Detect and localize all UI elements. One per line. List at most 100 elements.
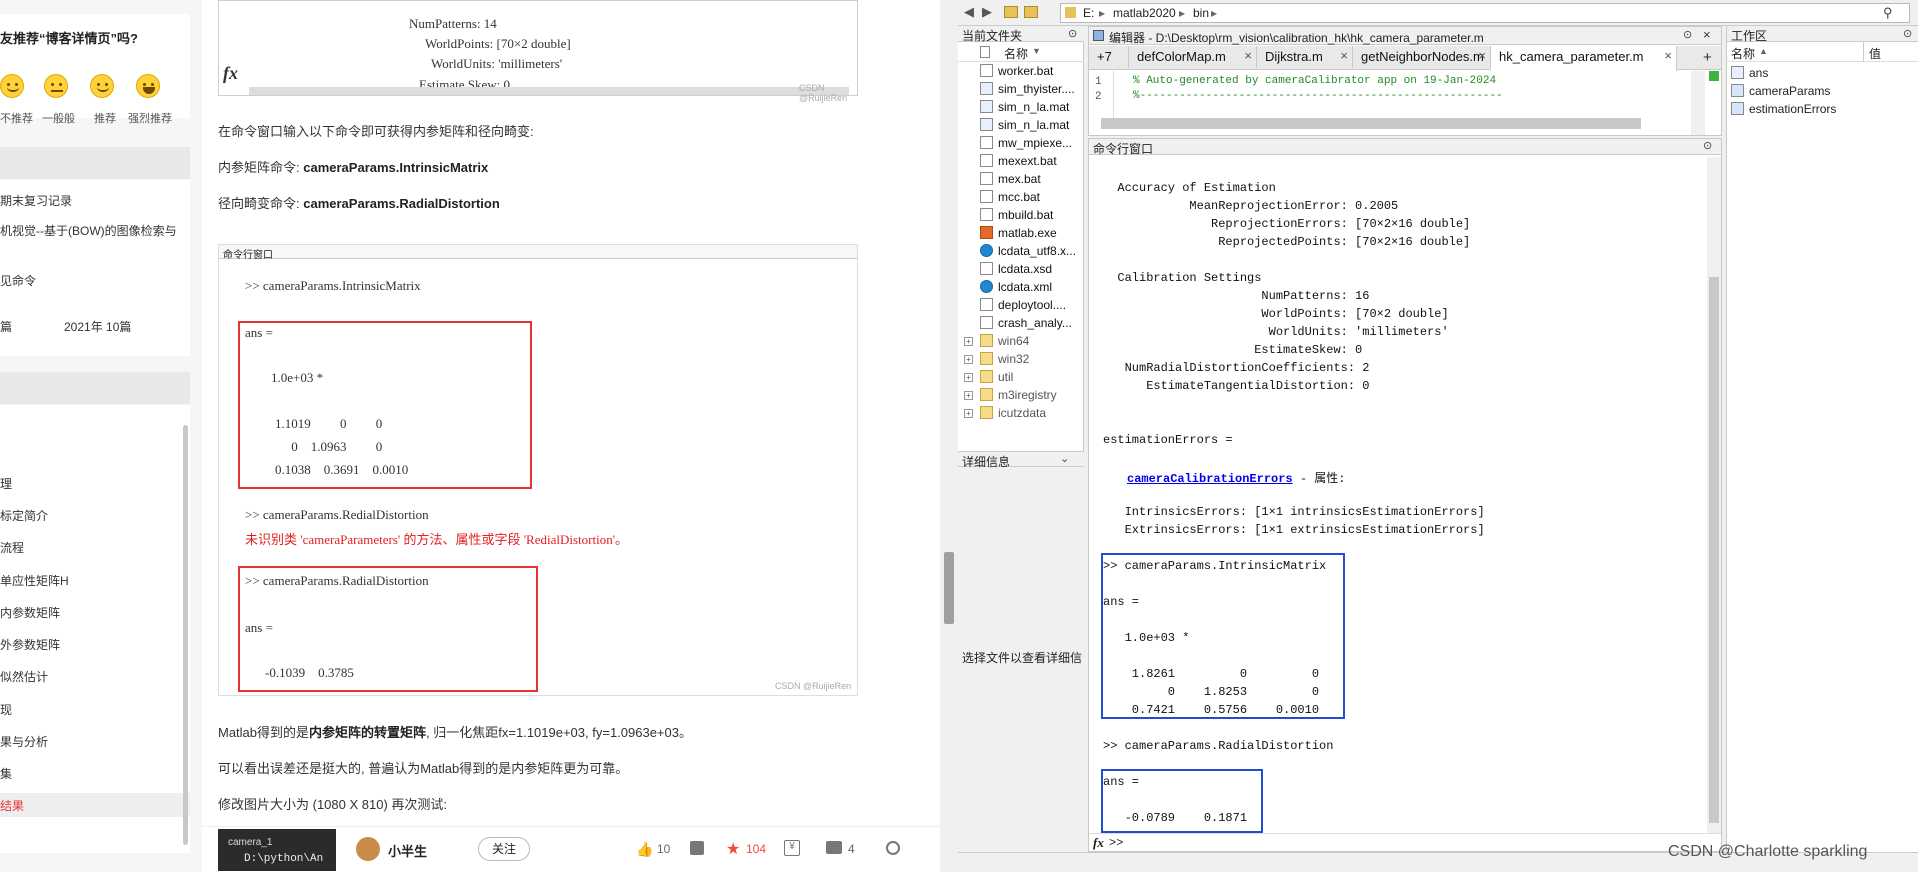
reward-icon[interactable]: ¥ [784,840,800,856]
toc-item[interactable]: 流程 [0,539,24,556]
editor-tab[interactable]: Dijkstra.m × [1257,46,1353,68]
panel-menu-icon[interactable]: ⊙ [1703,139,1712,152]
cmd-vscrollbar-thumb[interactable] [1709,277,1719,823]
rating-not-recommend[interactable] [0,74,24,98]
dislike-icon[interactable] [690,841,704,855]
author-name[interactable]: 小半生 [388,841,427,860]
file-row[interactable]: crash_analy... [980,316,1072,334]
editor-vscrollbar[interactable] [1691,71,1705,135]
editor-tab[interactable]: hk_camera_parameter.m × [1491,46,1677,71]
command-prompt[interactable]: >> [1109,836,1123,850]
chevron-down-icon[interactable]: ⌄ [1060,452,1069,465]
toc-item[interactable]: 内参数矩阵 [0,604,60,621]
expand-icon[interactable]: + [964,355,973,364]
toc-item[interactable]: 集 [0,765,12,782]
editor-tab[interactable]: defColorMap.m × [1129,46,1257,68]
star-icon[interactable]: ★ [726,839,740,859]
search-icon[interactable]: ⚲ [1883,5,1893,21]
file-row[interactable]: mw_mpiexe... [980,136,1072,154]
command-input-row[interactable]: fx >> [1089,833,1721,851]
author-avatar[interactable] [356,837,380,861]
file-row[interactable]: mbuild.bat [980,208,1053,226]
close-tab-icon[interactable]: × [1244,48,1252,63]
recent-article-link[interactable]: 见命令 [0,272,36,289]
rating-so-so[interactable] [44,74,68,98]
file-row[interactable]: + m3iregistry [964,388,1057,406]
follow-button[interactable]: 关注 [478,837,530,861]
file-row[interactable]: deploytool.... [980,298,1066,316]
code-hscrollbar[interactable] [249,87,849,95]
workspace-var[interactable]: estimationErrors [1727,102,1836,120]
name-column-header[interactable]: 名称 [1004,45,1028,62]
page-scrollbar-thumb[interactable] [944,552,954,624]
browse-folder-icon[interactable] [1024,6,1038,18]
path-segment[interactable]: bin [1193,6,1209,20]
toc-item[interactable]: 似然估计 [0,668,48,685]
editor-tab[interactable]: getNeighborNodes.m × [1353,46,1491,68]
tab-overflow[interactable]: +7 [1089,46,1129,68]
file-row[interactable]: matlab.exe [980,226,1057,244]
file-row[interactable]: + util [964,370,1013,388]
like-icon[interactable]: 👍 [636,841,653,858]
recent-article-link[interactable]: 机视觉--基于(BOW)的图像检索与 [0,222,177,239]
sort-icon[interactable]: ▲ [1759,46,1768,56]
close-icon[interactable]: × [1703,27,1711,42]
ws-name-column[interactable]: 名称 [1731,45,1755,62]
forward-icon[interactable]: ▶ [982,4,992,20]
expand-icon[interactable]: + [964,391,973,400]
file-row[interactable]: mexext.bat [980,154,1057,172]
fx-icon[interactable]: fx [1093,835,1104,851]
toc-item[interactable]: 外参数矩阵 [0,636,60,653]
file-row[interactable]: + win64 [964,334,1029,352]
close-tab-icon[interactable]: × [1664,48,1672,63]
file-row[interactable]: lcdata_utf8.x... [980,244,1076,262]
toc-item-active[interactable]: 结果 [0,797,24,814]
sort-icon[interactable]: ▼ [1032,46,1041,56]
cmd-vscrollbar[interactable] [1707,157,1721,833]
file-row[interactable]: lcdata.xml [980,280,1052,298]
file-row[interactable]: lcdata.xsd [980,262,1052,280]
expand-icon[interactable]: + [964,337,973,346]
file-row[interactable]: mex.bat [980,172,1041,190]
file-row[interactable]: mcc.bat [980,190,1040,208]
path-segment[interactable]: matlab2020 [1113,6,1176,20]
code-analyzer-indicator[interactable] [1709,71,1719,81]
toc-item[interactable]: 理 [0,475,12,492]
file-row[interactable]: sim_n_la.mat [980,100,1069,118]
file-row[interactable]: sim_thyister.... [980,82,1075,100]
editor-hscrollbar[interactable] [1101,118,1641,129]
panel-menu-icon[interactable]: ⊙ [1683,28,1692,41]
command-window[interactable]: 命令行窗口 ⊙ Accuracy of Estimation MeanRepro… [1088,138,1722,852]
expand-icon[interactable]: + [964,409,973,418]
archive-month-link[interactable]: 2021年 10篇 [64,318,131,335]
back-icon[interactable]: ◀ [964,4,974,20]
up-folder-icon[interactable] [1004,6,1018,18]
expand-icon[interactable]: + [964,373,973,382]
comment-icon[interactable] [826,841,842,854]
file-row[interactable]: + icutzdata [964,406,1046,424]
class-link[interactable]: cameraCalibrationErrors [1127,472,1293,486]
ws-value-column[interactable]: 值 [1869,45,1881,62]
page-scrollbar[interactable] [940,0,958,872]
path-bar[interactable]: E: ▸ matlab2020 ▸ bin ▸ ⚲ [1060,3,1910,23]
sidebar-scrollbar[interactable] [183,425,188,845]
rating-recommend[interactable] [90,74,114,98]
toc-item[interactable]: 现 [0,701,12,718]
editor-code-line[interactable]: %---------------------------------------… [1133,90,1503,102]
close-tab-icon[interactable]: × [1340,48,1348,63]
rating-strong-recommend[interactable] [136,74,160,98]
file-row[interactable]: worker.bat [980,64,1053,82]
toc-item[interactable]: 单应性矩阵H [0,572,69,589]
share-icon[interactable] [886,841,900,855]
recent-article-link[interactable]: 期末复习记录 [0,192,72,209]
panel-menu-icon[interactable]: ⊙ [1903,27,1912,40]
path-segment[interactable]: E: [1083,6,1094,20]
toc-item[interactable]: 标定简介 [0,507,48,524]
workspace-var[interactable]: cameraParams [1727,84,1830,102]
toc-item[interactable]: 果与分析 [0,733,48,750]
add-tab-icon[interactable]: + [1703,49,1712,66]
close-tab-icon[interactable]: × [1478,48,1486,63]
workspace-var[interactable]: ans [1727,66,1768,84]
file-row[interactable]: sim_n_la.mat [980,118,1069,136]
panel-menu-icon[interactable]: ⊙ [1068,27,1077,40]
